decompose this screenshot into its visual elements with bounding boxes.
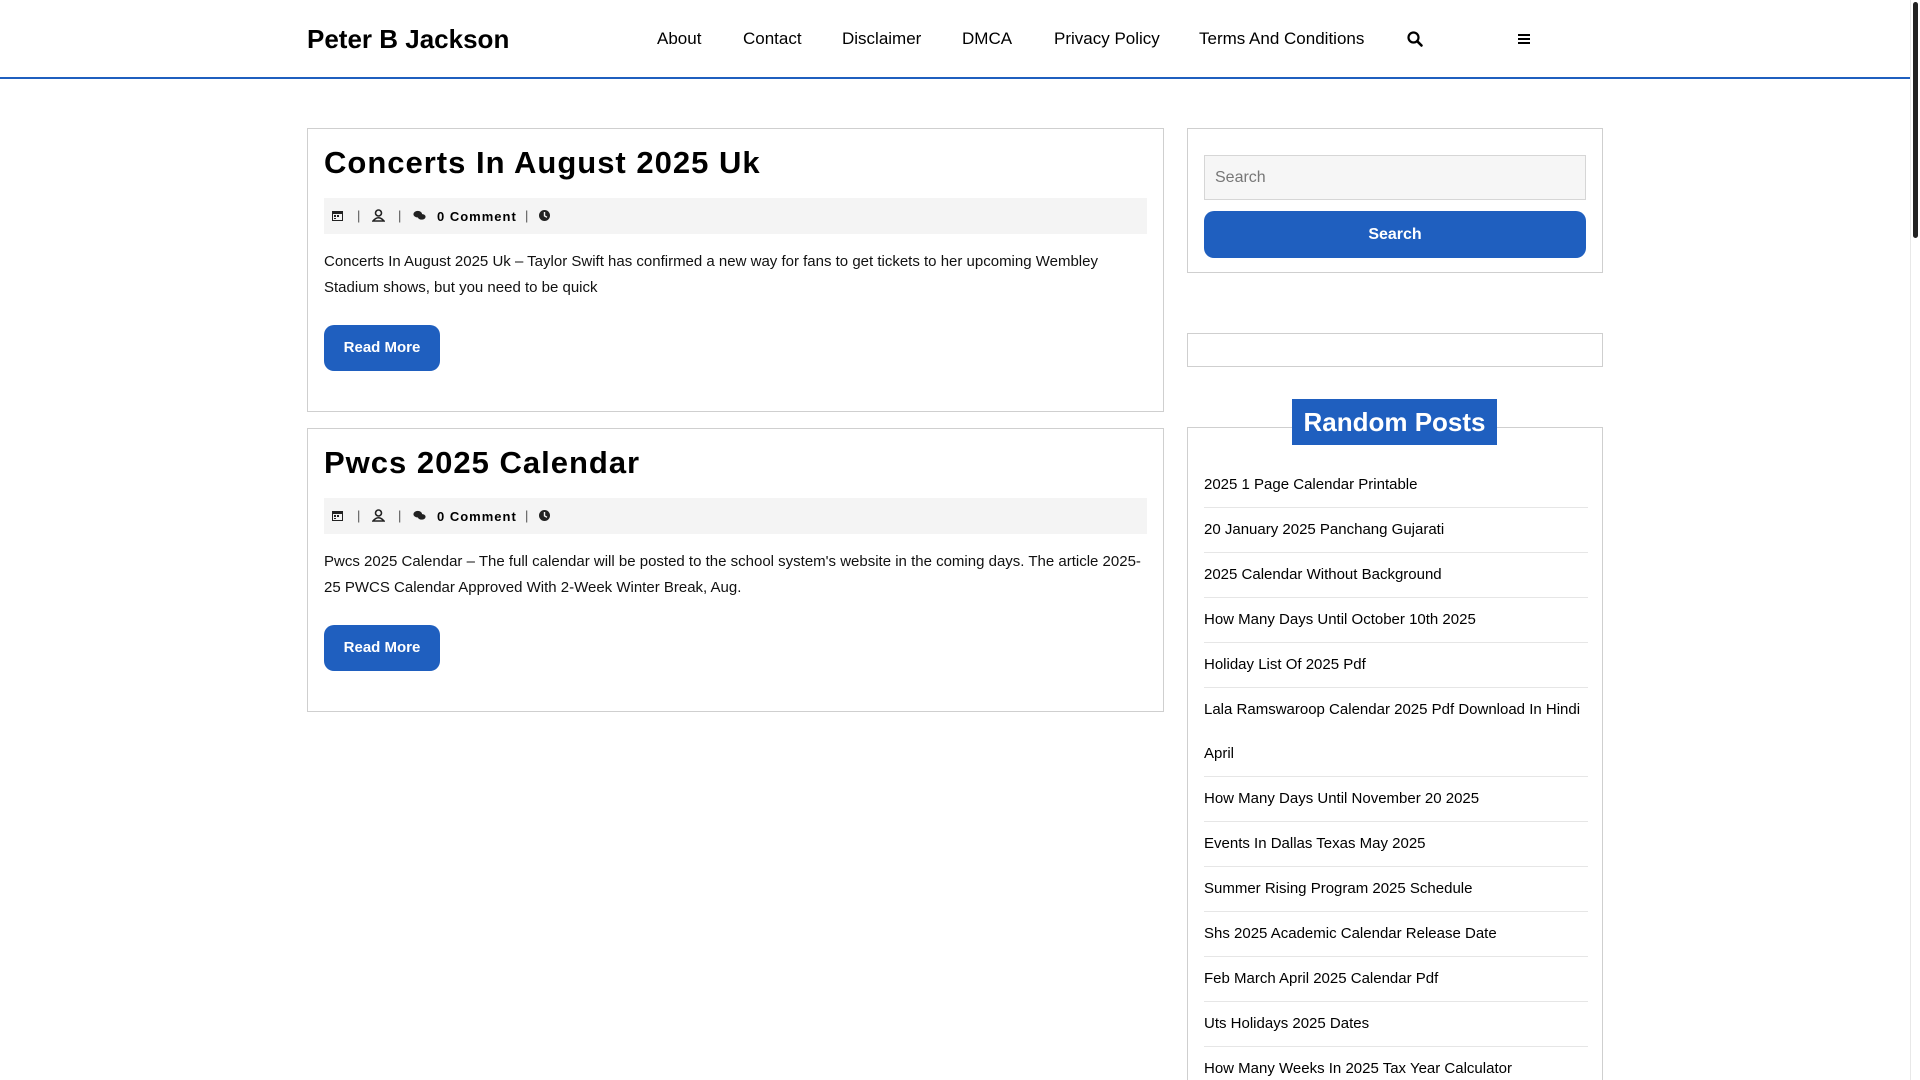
post-excerpt: Pwcs 2025 Calendar – The full calendar w… <box>324 553 1141 596</box>
nav-dmca[interactable]: DMCA <box>962 29 1012 49</box>
nav-terms-and-conditions[interactable]: Terms And Conditions <box>1199 29 1364 49</box>
site-header: Peter B Jackson About Contact Disclaimer… <box>0 0 1910 79</box>
random-post-link[interactable]: Summer Rising Program 2025 Schedule <box>1204 867 1588 912</box>
post-title[interactable]: Concerts In August 2025 Uk <box>324 145 761 181</box>
random-post-link[interactable]: Holiday List Of 2025 Pdf <box>1204 643 1588 688</box>
post-meta: | | 0 Comment | <box>324 498 1147 534</box>
meta-separator: | <box>357 208 361 223</box>
comments-icon <box>413 510 426 520</box>
post-meta: | | 0 Comment | <box>324 198 1147 234</box>
nav-disclaimer[interactable]: Disclaimer <box>842 29 921 49</box>
search-input[interactable]: Search <box>1204 155 1586 200</box>
clock-icon <box>539 510 550 521</box>
nav-privacy-policy[interactable]: Privacy Policy <box>1054 29 1160 49</box>
search-widget: Search Search <box>1187 128 1603 273</box>
random-post-link[interactable]: Feb March April 2025 Calendar Pdf <box>1204 957 1588 1002</box>
nav-about[interactable]: About <box>657 29 701 49</box>
comment-count[interactable]: 0 Comment <box>437 509 517 524</box>
meta-separator: | <box>398 208 402 223</box>
calendar-icon <box>332 511 343 521</box>
random-post-link[interactable]: 2025 1 Page Calendar Printable <box>1204 463 1588 508</box>
random-post-link[interactable]: How Many Weeks In 2025 Tax Year Calculat… <box>1204 1047 1588 1080</box>
random-post-link[interactable]: How Many Days Until November 20 2025 <box>1204 777 1588 822</box>
comment-count[interactable]: 0 Comment <box>437 209 517 224</box>
random-post-link[interactable]: Shs 2025 Academic Calendar Release Date <box>1204 912 1588 957</box>
random-posts-widget: 2025 1 Page Calendar Printable 20 Januar… <box>1187 427 1603 1080</box>
random-post-link[interactable]: Uts Holidays 2025 Dates <box>1204 1002 1588 1047</box>
post-card: Concerts In August 2025 Uk | | 0 Comment… <box>307 128 1164 412</box>
page-scrollbar[interactable] <box>1910 0 1920 1080</box>
meta-separator: | <box>398 508 402 523</box>
user-icon <box>372 209 385 222</box>
random-post-link[interactable]: Lala Ramswaroop Calendar 2025 Pdf Downlo… <box>1204 688 1588 777</box>
read-more-button[interactable]: Read More <box>324 325 440 371</box>
random-posts-list: 2025 1 Page Calendar Printable 20 Januar… <box>1204 463 1588 1080</box>
random-post-link[interactable]: 20 January 2025 Panchang Gujarati <box>1204 508 1588 553</box>
nav-contact[interactable]: Contact <box>743 29 802 49</box>
clock-icon <box>539 210 550 221</box>
comments-icon <box>413 210 426 220</box>
search-button[interactable]: Search <box>1204 211 1586 258</box>
meta-separator: | <box>357 508 361 523</box>
meta-separator: | <box>525 208 529 223</box>
random-posts-heading: Random Posts <box>1292 399 1497 445</box>
search-icon[interactable] <box>1406 30 1424 48</box>
post-title[interactable]: Pwcs 2025 Calendar <box>324 445 640 481</box>
read-more-button[interactable]: Read More <box>324 625 440 671</box>
empty-widget <box>1187 333 1603 367</box>
calendar-icon <box>332 211 343 221</box>
random-post-link[interactable]: 2025 Calendar Without Background <box>1204 553 1588 598</box>
menu-icon[interactable] <box>1515 30 1533 48</box>
post-card: Pwcs 2025 Calendar | | 0 Comment | Pwcs … <box>307 428 1164 712</box>
main-nav: About Contact Disclaimer DMCA Privacy Po… <box>0 0 1910 78</box>
scrollbar-thumb[interactable] <box>1913 2 1918 238</box>
random-post-link[interactable]: How Many Days Until October 10th 2025 <box>1204 598 1588 643</box>
post-excerpt: Concerts In August 2025 Uk – Taylor Swif… <box>324 253 1098 296</box>
random-post-link[interactable]: Events In Dallas Texas May 2025 <box>1204 822 1588 867</box>
user-icon <box>372 509 385 522</box>
meta-separator: | <box>525 508 529 523</box>
